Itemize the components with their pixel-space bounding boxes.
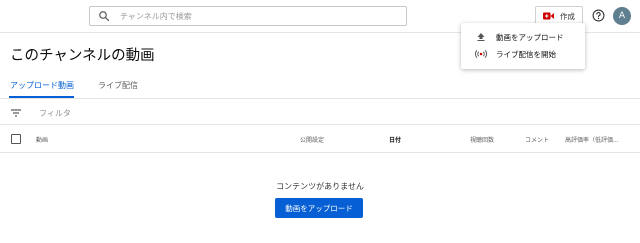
divider (0, 152, 640, 153)
menu-item-go-live[interactable]: ライブ配信を開始 (461, 46, 585, 62)
create-menu: 動画をアップロード ライブ配信を開始 (461, 23, 585, 69)
search-box[interactable]: チャンネル内で検索 (89, 6, 407, 26)
live-broadcast-icon (475, 49, 487, 59)
column-header-views[interactable]: 視聴回数 (470, 135, 494, 144)
avatar[interactable]: A (613, 7, 631, 25)
divider (0, 98, 640, 99)
create-label: 作成 (560, 11, 575, 21)
menu-item-label: ライブ配信を開始 (496, 49, 556, 59)
tab-live[interactable]: ライブ配信 (98, 80, 138, 91)
column-header-like-ratio[interactable]: 高評価率（低評価... (565, 135, 619, 144)
tab-uploads[interactable]: アップロード動画 (10, 80, 74, 91)
column-header-visibility[interactable]: 公開設定 (300, 135, 324, 144)
menu-item-label: 動画をアップロード (496, 32, 564, 42)
filter-icon[interactable] (11, 109, 21, 117)
search-icon (99, 11, 110, 22)
help-icon[interactable] (592, 9, 605, 22)
upload-icon (477, 33, 485, 41)
select-all-checkbox[interactable] (11, 134, 21, 144)
divider (0, 124, 640, 125)
menu-item-upload-video[interactable]: 動画をアップロード (461, 29, 585, 45)
column-header-comments[interactable]: コメント (525, 135, 549, 144)
search-input[interactable]: チャンネル内で検索 (120, 11, 192, 22)
upload-video-button[interactable]: 動画をアップロード (275, 198, 363, 218)
filter-input[interactable]: フィルタ (39, 108, 71, 119)
empty-state-message: コンテンツがありません (276, 182, 364, 191)
video-camera-icon (543, 12, 554, 20)
column-header-video[interactable]: 動画 (36, 135, 48, 144)
page-title: このチャンネルの動画 (10, 48, 155, 64)
avatar-letter: A (618, 11, 626, 21)
column-header-date[interactable]: 日付 (389, 135, 401, 144)
